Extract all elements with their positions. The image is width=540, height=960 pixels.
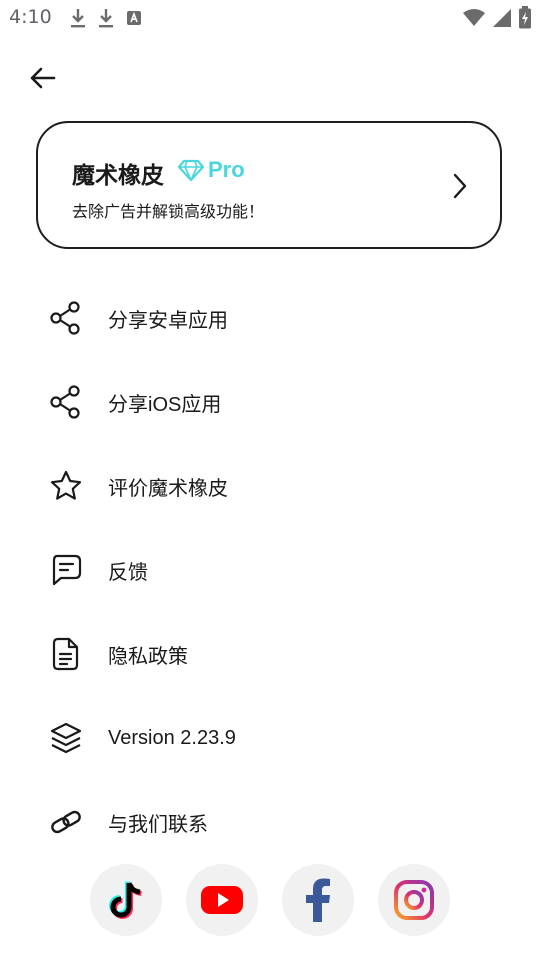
document-icon [46, 634, 86, 674]
menu-item-privacy-policy[interactable]: 隐私政策 [46, 626, 506, 682]
download-icon [99, 9, 113, 28]
battery-charging-icon [519, 6, 531, 29]
menu-item-label: 隐私政策 [108, 645, 188, 668]
menu-item-label: 反馈 [108, 561, 148, 584]
menu-item-rate-app[interactable]: 评价魔术橡皮 [46, 458, 506, 514]
link-icon [46, 802, 86, 842]
diamond-icon [178, 159, 204, 181]
menu-item-contact-us[interactable]: 与我们联系 [46, 794, 506, 850]
facebook-icon [306, 878, 330, 922]
share-icon [46, 382, 86, 422]
back-button[interactable] [26, 62, 58, 94]
social-links [90, 864, 450, 936]
menu-item-label: Version 2.23.9 [108, 726, 236, 749]
wifi-icon [463, 9, 485, 26]
menu-item-label: 评价魔术橡皮 [108, 477, 228, 500]
menu-item-label: 与我们联系 [108, 813, 208, 836]
menu-item-label: 分享iOS应用 [108, 393, 222, 416]
star-icon [46, 466, 86, 506]
status-time: 4:10 [9, 6, 52, 28]
menu-item-label: 分享安卓应用 [108, 309, 228, 332]
chevron-right-icon [453, 173, 467, 199]
tiktok-icon [109, 881, 142, 919]
pro-badge: Pro [178, 157, 245, 183]
status-system-icons [462, 6, 532, 30]
notification-a-icon [127, 11, 141, 25]
layers-icon [46, 718, 86, 758]
youtube-button[interactable] [186, 864, 258, 936]
tiktok-button[interactable] [90, 864, 162, 936]
pro-card-title: 魔术橡皮 [72, 163, 164, 189]
menu-item-version[interactable]: Version 2.23.9 [46, 710, 506, 766]
pro-badge-label: Pro [208, 157, 245, 182]
instagram-button[interactable] [378, 864, 450, 936]
youtube-icon [201, 886, 243, 914]
share-icon [46, 298, 86, 338]
menu-item-share-android[interactable]: 分享安卓应用 [46, 290, 506, 346]
arrow-left-icon [30, 67, 56, 89]
instagram-icon [394, 880, 434, 920]
pro-upgrade-card[interactable]: 魔术橡皮 Pro 去除广告并解锁高级功能！ [36, 121, 502, 249]
cell-signal-icon [493, 9, 511, 27]
download-icon [71, 9, 85, 28]
menu-item-feedback[interactable]: 反馈 [46, 542, 506, 598]
feedback-icon [46, 550, 86, 590]
pro-card-subtitle: 去除广告并解锁高级功能！ [72, 202, 265, 221]
menu-item-share-ios[interactable]: 分享iOS应用 [46, 374, 506, 430]
status-notifications [68, 6, 144, 30]
status-bar: 4:10 [0, 0, 540, 36]
facebook-button[interactable] [282, 864, 354, 936]
